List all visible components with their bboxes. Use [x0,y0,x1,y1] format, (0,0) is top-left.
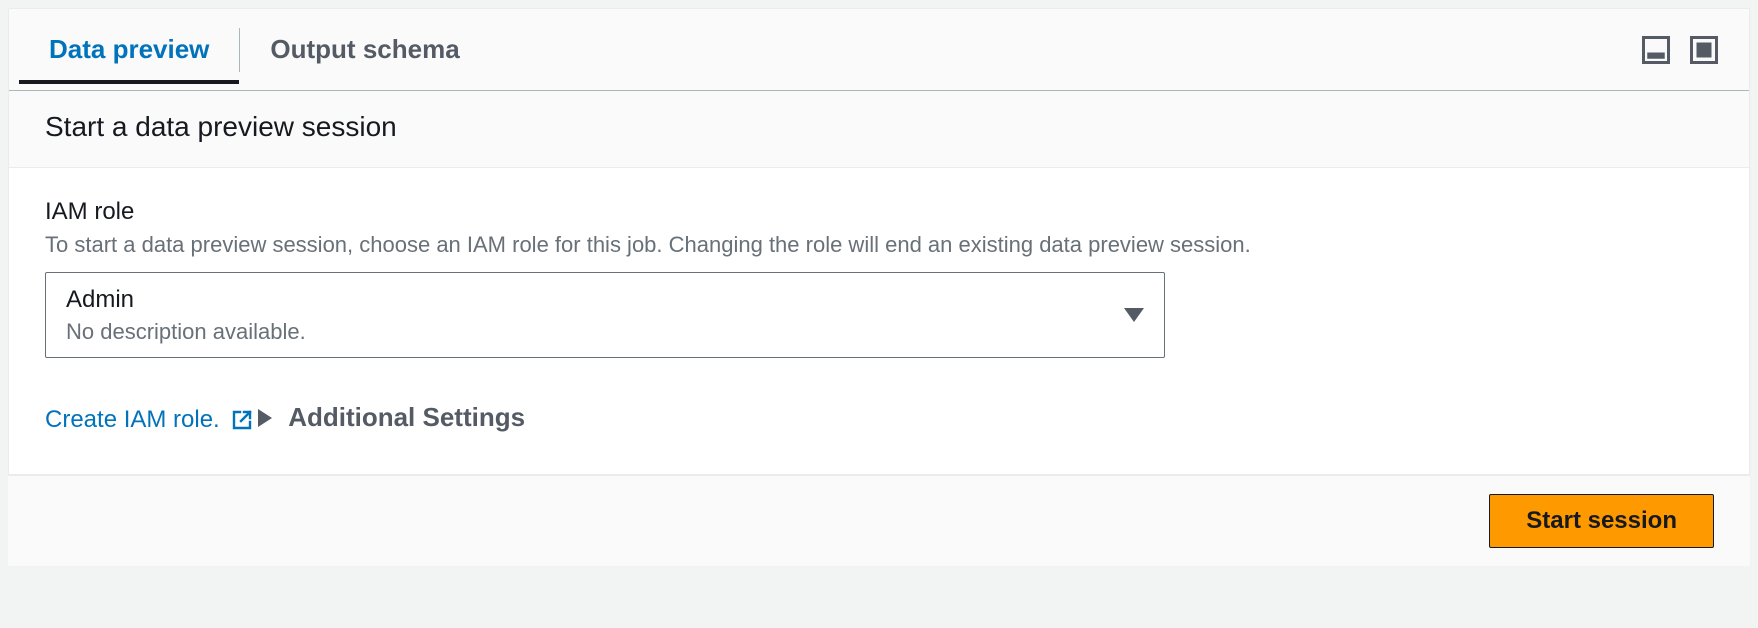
view-center-panel-icon[interactable] [1689,35,1719,65]
start-session-button-label: Start session [1526,507,1677,534]
create-iam-role-link-text: Create IAM role. [45,406,220,434]
iam-role-label: IAM role [45,198,1713,226]
iam-role-selected-value: Admin [66,283,1124,317]
section-header: Start a data preview session [9,91,1749,168]
footer-bar: Start session [8,475,1750,566]
section-title: Start a data preview session [45,111,1713,143]
tab-data-preview[interactable]: Data preview [19,16,239,83]
tab-output-schema[interactable]: Output schema [240,16,489,83]
external-link-icon [230,408,254,432]
additional-settings-toggle[interactable]: Additional Settings [258,402,525,433]
tab-label: Data preview [49,34,209,64]
chevron-down-icon [1124,308,1144,322]
form-area: IAM role To start a data preview session… [9,168,1749,474]
tab-label: Output schema [270,34,459,64]
create-iam-role-link[interactable]: Create IAM role. [45,406,254,434]
caret-right-icon [258,409,272,427]
iam-role-selected-desc: No description available. [66,317,1124,348]
iam-role-select[interactable]: Admin No description available. [45,272,1165,358]
iam-role-helptext: To start a data preview session, choose … [45,232,1713,258]
additional-settings-label: Additional Settings [288,402,525,433]
start-session-button[interactable]: Start session [1489,494,1714,548]
view-mode-controls [1641,35,1719,65]
view-bottom-panel-icon[interactable] [1641,35,1671,65]
tabs-bar: Data preview Output schema [9,9,1749,91]
